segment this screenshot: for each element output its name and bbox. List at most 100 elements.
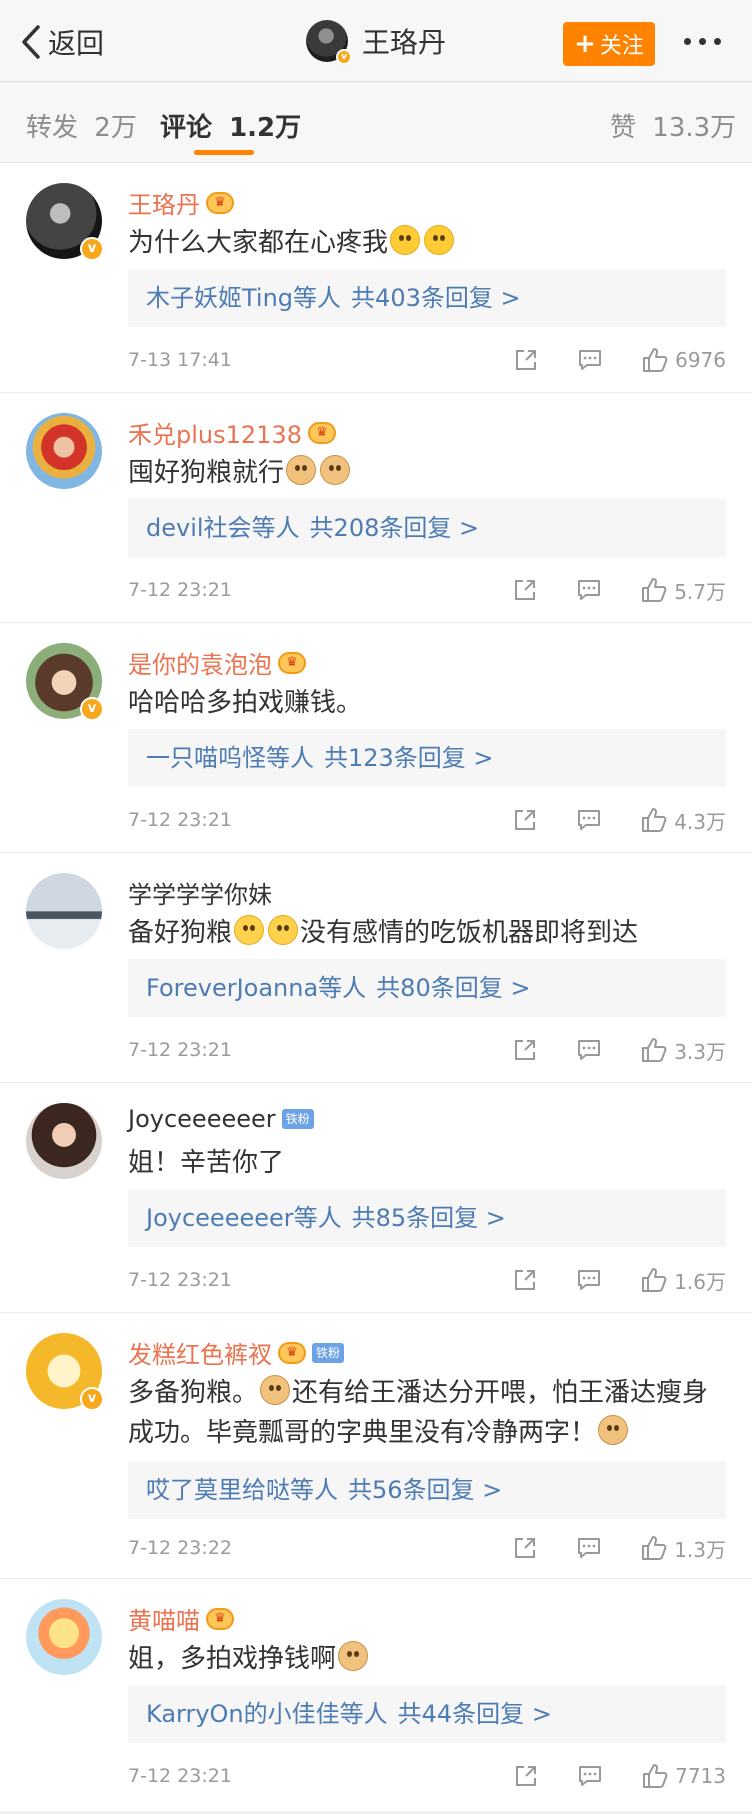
comment-text-content: 没有感情的吃饭机器即将到达 — [300, 918, 639, 948]
username[interactable]: 学学学学你妹 — [128, 875, 272, 910]
like-count: 6976 — [675, 348, 726, 372]
reply-summary-link[interactable]: 哎了莫里给哒等人 共56条回复 > — [128, 1461, 726, 1519]
avatar[interactable]: v — [26, 183, 104, 261]
username[interactable]: Joyceeeeeer — [128, 1105, 276, 1133]
avatar[interactable] — [26, 413, 102, 489]
comment-icon[interactable] — [577, 347, 603, 373]
comment-icon[interactable] — [576, 1267, 602, 1293]
username[interactable]: 禾兑plus12138 — [128, 415, 302, 450]
avatar[interactable] — [26, 1599, 102, 1675]
like-button[interactable]: 3.3万 — [640, 1036, 726, 1065]
crown-badge-icon: ♛ — [206, 191, 234, 214]
reply-summary-link[interactable]: ForeverJoanna等人 共80条回复 > — [128, 959, 726, 1017]
comment-icon[interactable] — [576, 1037, 602, 1063]
doge-emoji-icon — [320, 455, 351, 485]
reply-count: 共208条回复 > — [309, 514, 480, 542]
reply-summary-link[interactable]: KarryOn的小佳佳等人 共44条回复 > — [128, 1685, 726, 1743]
reply-users: 一只喵呜怪等人 — [146, 744, 314, 772]
thumbs-up-icon — [642, 1268, 667, 1292]
avatar[interactable]: v — [26, 643, 104, 721]
follow-button[interactable]: + 关注 — [563, 22, 655, 66]
timestamp: 7-13 17:41 — [128, 349, 232, 371]
comment-icon[interactable] — [576, 1535, 602, 1561]
thumbs-up-icon — [643, 1764, 668, 1788]
comment-text: 为什么大家都在心疼我 — [128, 223, 728, 263]
username[interactable]: 黄喵喵 — [128, 1601, 200, 1636]
tab-count: 13.3万 — [652, 113, 737, 143]
reply-users: 哎了莫里给哒等人 — [146, 1476, 338, 1504]
comment-item: v 发糕红色裤衩 ♛ 铁粉 多备狗粮。 还有给王潘达分开喂，怕王潘达瘦身成功。毕竟… — [0, 1313, 752, 1579]
comment-meta: 7-12 23:21 1.6万 — [128, 1265, 726, 1295]
comment-icon[interactable] — [576, 807, 602, 833]
reply-summary-link[interactable]: Joyceeeeeer等人 共85条回复 > — [128, 1189, 726, 1247]
share-icon[interactable] — [512, 1267, 538, 1293]
verified-v-icon: v — [80, 1387, 104, 1411]
comment-meta: 7-12 23:22 1.3万 — [128, 1533, 726, 1563]
reply-summary-link[interactable]: devil社会等人 共208条回复 > — [128, 499, 726, 557]
share-icon[interactable] — [513, 347, 539, 373]
reply-users: ForeverJoanna等人 — [146, 974, 367, 1002]
comment-text: 姐，多拍戏挣钱啊 — [128, 1639, 728, 1679]
avatar[interactable]: v — [26, 1333, 104, 1411]
like-count: 3.3万 — [674, 1039, 726, 1064]
like-button[interactable]: 4.3万 — [640, 806, 726, 835]
tab-label: 评论 — [160, 113, 213, 143]
timestamp: 7-12 23:22 — [128, 1537, 232, 1559]
username[interactable]: 是你的袁泡泡 — [128, 645, 272, 680]
share-icon[interactable] — [512, 807, 538, 833]
reply-count: 共44条回复 > — [397, 1700, 552, 1728]
follow-label: 关注 — [599, 34, 644, 59]
reply-summary-link[interactable]: 一只喵呜怪等人 共123条回复 > — [128, 729, 726, 787]
cry-emoji-icon — [234, 915, 265, 945]
username[interactable]: 发糕红色裤衩 — [128, 1335, 272, 1370]
back-label: 返回 — [48, 27, 105, 60]
reply-summary-link[interactable]: 木子妖姬Ting等人 共403条回复 > — [128, 269, 726, 327]
like-button[interactable]: 1.3万 — [640, 1534, 726, 1563]
username[interactable]: 王珞丹 — [128, 185, 200, 220]
share-icon[interactable] — [512, 1037, 538, 1063]
comment-meta: 7-12 23:21 7713 — [128, 1761, 726, 1791]
avatar[interactable] — [26, 873, 102, 949]
share-icon[interactable] — [512, 1535, 538, 1561]
back-button[interactable]: 返回 — [20, 22, 104, 62]
like-button[interactable]: 7713 — [641, 1762, 726, 1790]
comment-icon[interactable] — [576, 577, 602, 603]
timestamp: 7-12 23:21 — [128, 579, 232, 601]
comment-text-content: 姐！辛苦你了 — [128, 1148, 285, 1178]
doge-emoji-icon — [338, 1641, 369, 1671]
doge-emoji-icon — [286, 455, 317, 485]
author-name: 王珞丹 — [362, 26, 447, 59]
comment-item: 学学学学你妹 备好狗粮 没有感情的吃饭机器即将到达 ForeverJoanna等人… — [0, 853, 752, 1083]
like-count: 1.3万 — [674, 1537, 726, 1562]
comment-text-content: 囤好狗粮就行 — [128, 458, 285, 488]
tab-likes[interactable]: 赞 13.3万 — [610, 107, 736, 144]
timestamp: 7-12 23:21 — [128, 1269, 232, 1291]
verified-v-icon: v — [80, 237, 104, 261]
more-dots-icon[interactable] — [684, 38, 721, 45]
comment-item: 黄喵喵 ♛ 姐，多拍戏挣钱啊 KarryOn的小佳佳等人 共44条回复 > 7-1… — [0, 1579, 752, 1811]
timestamp: 7-12 23:21 — [128, 809, 232, 831]
comment-text: 哈哈哈多拍戏赚钱。 — [128, 683, 728, 723]
reply-users: 木子妖姬Ting等人 — [146, 284, 342, 312]
avatar[interactable]: v — [306, 20, 352, 65]
like-count: 4.3万 — [674, 809, 726, 834]
active-tab-indicator — [194, 150, 254, 155]
avatar[interactable] — [26, 1103, 102, 1179]
like-button[interactable]: 5.7万 — [640, 576, 726, 605]
tab-label: 赞 — [610, 113, 637, 143]
fan-badge: 铁粉 — [281, 1109, 314, 1129]
share-icon[interactable] — [512, 577, 538, 603]
like-button[interactable]: 6976 — [641, 346, 726, 374]
comment-text-content: 多备狗粮。 — [128, 1378, 259, 1408]
like-count: 5.7万 — [674, 579, 726, 604]
thumbs-up-icon — [642, 578, 667, 602]
post-author[interactable]: v 王珞丹 — [306, 20, 447, 65]
tab-comments[interactable]: 评论 1.2万 — [160, 107, 301, 144]
like-button[interactable]: 1.6万 — [640, 1266, 726, 1295]
share-icon[interactable] — [513, 1763, 539, 1789]
comment-icon[interactable] — [577, 1763, 603, 1789]
reply-count: 共56条回复 > — [348, 1476, 503, 1504]
plus-icon: + — [574, 29, 596, 59]
tab-reposts[interactable]: 转发 2万 — [26, 107, 137, 144]
confused-emoji-icon — [424, 225, 455, 255]
